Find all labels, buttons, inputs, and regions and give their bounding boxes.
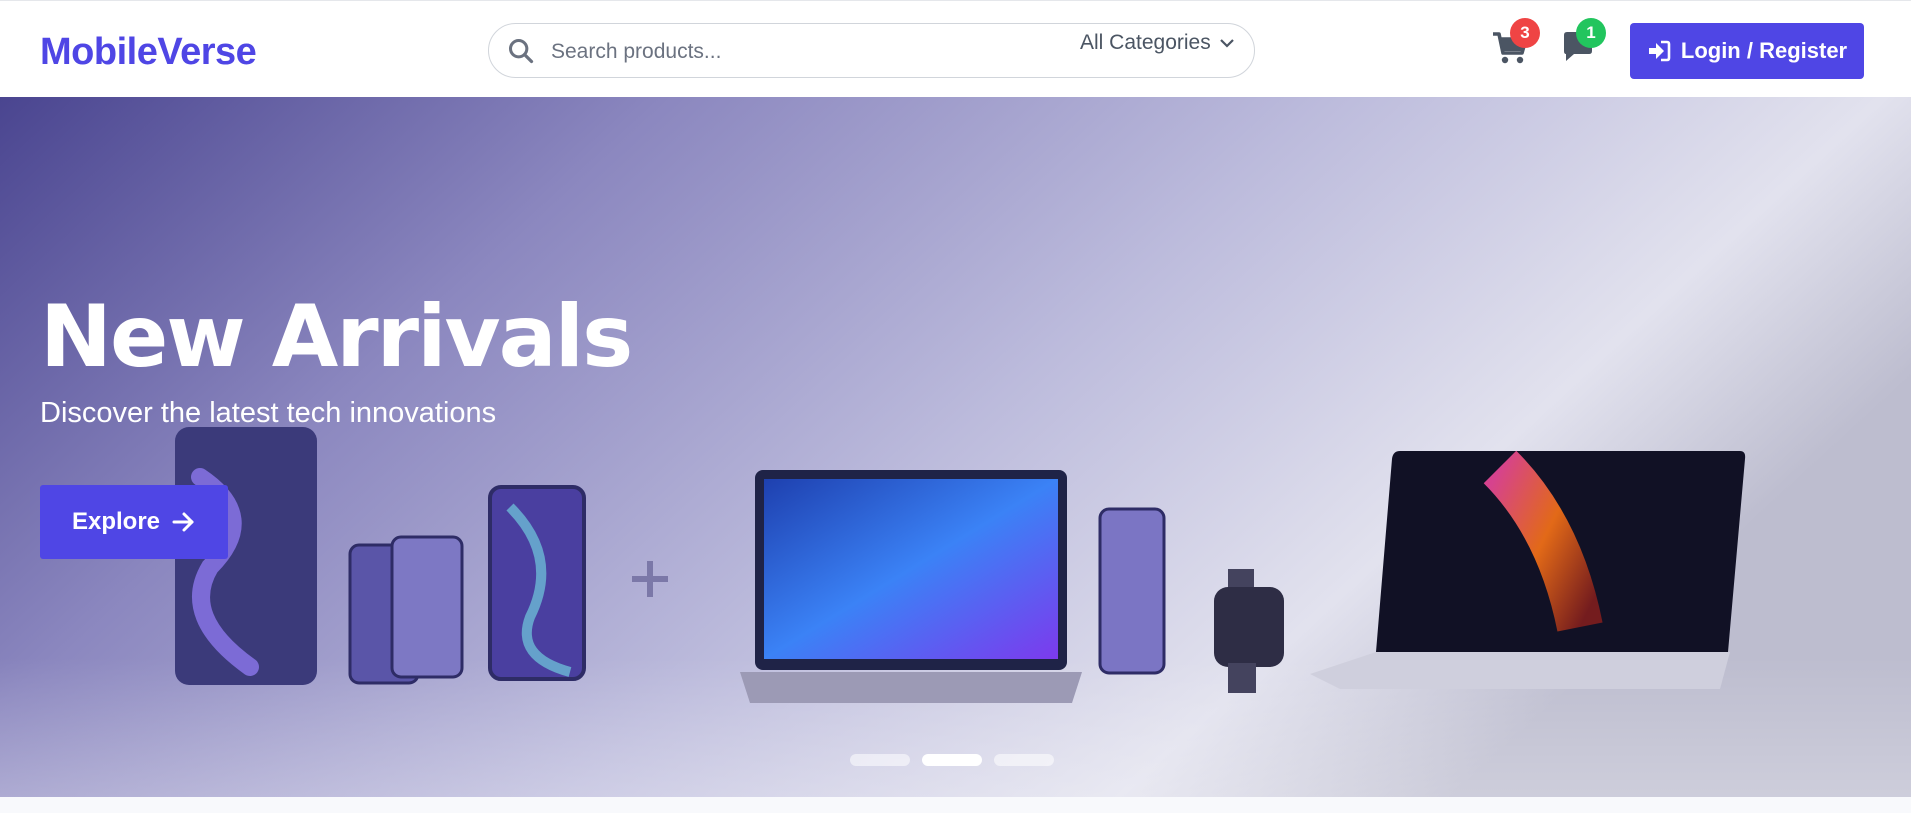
search-bar: All Categories	[488, 23, 1255, 78]
category-select[interactable]: All Categories	[1080, 28, 1235, 58]
hero-carousel: New Arrivals Discover the latest tech in…	[0, 97, 1911, 797]
search-input[interactable]	[549, 34, 1013, 70]
explore-button[interactable]: Explore	[40, 485, 228, 559]
top-navbar: MobileVerse All Categories 3 1	[0, 0, 1911, 97]
cart-button[interactable]: 3	[1490, 18, 1540, 71]
site-logo[interactable]: MobileVerse	[40, 31, 257, 74]
search-icon	[508, 38, 534, 64]
messages-button[interactable]: 1	[1560, 18, 1606, 71]
hero-subtitle: Discover the latest tech innovations	[40, 397, 497, 429]
sign-in-icon	[1648, 40, 1671, 62]
cart-count-badge: 3	[1510, 18, 1540, 48]
messages-count-badge: 1	[1576, 18, 1606, 48]
login-register-button[interactable]: Login / Register	[1630, 23, 1864, 79]
login-register-label: Login / Register	[1680, 38, 1848, 63]
hero-background-image	[0, 97, 1911, 797]
hero-title: New Arrivals	[40, 287, 633, 387]
carousel-dot-3[interactable]	[994, 754, 1054, 766]
carousel-dot-2[interactable]	[922, 754, 982, 766]
arrow-right-icon	[172, 512, 194, 532]
carousel-dot-1[interactable]	[850, 754, 910, 766]
category-select-label: All Categories	[1080, 31, 1211, 54]
explore-button-label: Explore	[71, 508, 161, 535]
chevron-down-icon	[1219, 39, 1234, 48]
